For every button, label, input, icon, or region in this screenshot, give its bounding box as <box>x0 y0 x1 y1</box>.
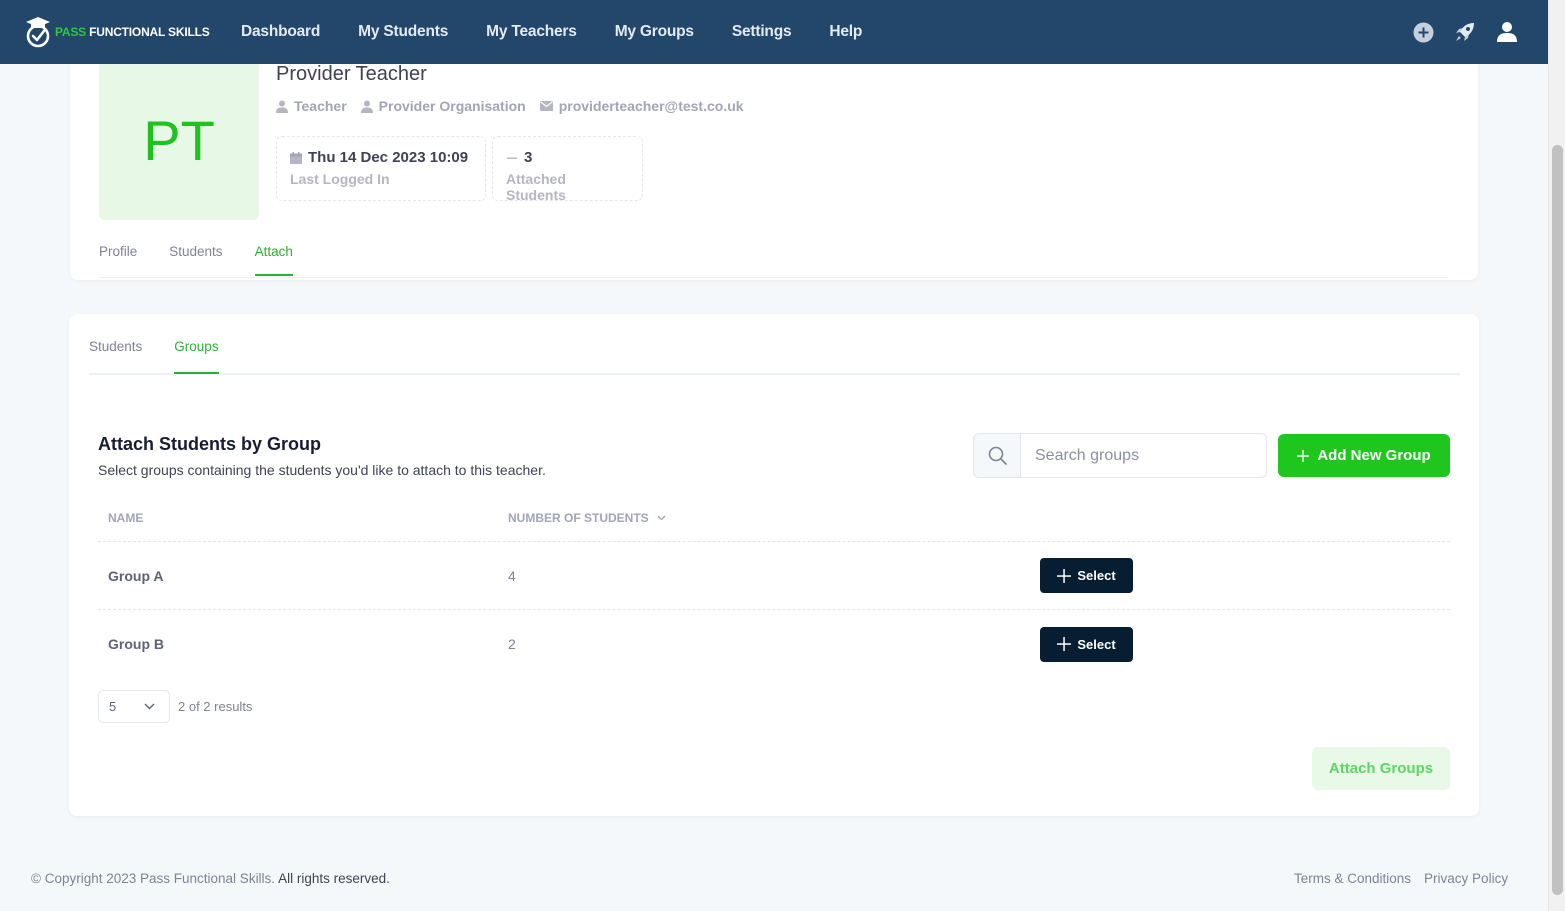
brand-logo[interactable]: PASS FUNCTIONAL SKILLS <box>25 16 210 48</box>
teacher-name: Provider Teacher <box>276 63 427 85</box>
stat-value: Thu 14 Dec 2023 10:09 <box>290 149 472 166</box>
tab-attach[interactable]: Attach <box>254 244 293 276</box>
main-nav: Dashboard My Students My Teachers My Gro… <box>222 0 881 64</box>
page-size-value: 5 <box>109 699 117 714</box>
results-count: 2 of 2 results <box>178 699 253 714</box>
attach-groups-button[interactable]: Attach Groups <box>1312 747 1450 790</box>
meta-organisation: Provider Organisation <box>360 98 526 114</box>
copyright-suffix: All rights reserved. <box>275 871 390 886</box>
footer-copyright: © Copyright 2023 Pass Functional Skills.… <box>31 871 390 886</box>
page-size-select[interactable]: 5 <box>98 690 170 723</box>
plus-circle-icon[interactable] <box>1412 21 1434 43</box>
page-scrollbar[interactable] <box>1548 0 1565 911</box>
nav-help[interactable]: Help <box>810 23 881 41</box>
envelope-icon <box>539 101 553 111</box>
section-title: Attach Students by Group <box>98 434 322 454</box>
person-icon <box>360 100 373 113</box>
tab-students[interactable]: Students <box>169 244 222 276</box>
terms-link[interactable]: Terms & Conditions <box>1294 871 1411 886</box>
search-groups-input[interactable] <box>1021 434 1266 477</box>
graduation-check-icon <box>26 17 50 48</box>
meta-role: Teacher <box>276 98 347 114</box>
user-icon[interactable] <box>1496 21 1518 43</box>
footer-links: Terms & Conditions Privacy Policy <box>1294 871 1508 886</box>
subtab-students[interactable]: Students <box>89 339 142 374</box>
select-group-button[interactable]: Select <box>1040 558 1133 593</box>
top-navbar: PASS FUNCTIONAL SKILLS Dashboard My Stud… <box>0 0 1548 64</box>
select-label: Select <box>1077 636 1116 652</box>
plus-icon <box>1057 637 1072 651</box>
group-name: Group B <box>108 636 164 652</box>
nav-my-teachers[interactable]: My Teachers <box>467 23 596 41</box>
attached-students-value: 3 <box>524 149 533 166</box>
row-actions: Select <box>1040 558 1450 593</box>
teacher-profile-card: PT Provider Teacher Teacher Provider Org… <box>70 30 1478 280</box>
header-number-of-students[interactable]: NUMBER OF STUDENTS <box>508 511 1040 525</box>
nav-dashboard[interactable]: Dashboard <box>222 23 339 41</box>
nav-my-groups[interactable]: My Groups <box>596 23 713 41</box>
rocket-icon[interactable] <box>1454 21 1476 43</box>
nav-icon-group <box>1412 0 1518 64</box>
table-header: NAME NUMBER OF STUDENTS <box>98 495 1450 542</box>
plus-icon <box>1057 568 1072 583</box>
meta-email[interactable]: providerteacher@test.co.uk <box>539 98 744 114</box>
section-description: Select groups containing the students yo… <box>98 462 546 478</box>
dash-icon <box>507 157 517 159</box>
group-student-count: 2 <box>508 636 516 652</box>
header-name[interactable]: NAME <box>98 511 508 525</box>
brand-name: PASS FUNCTIONAL SKILLS <box>55 25 210 39</box>
row-actions: Select <box>1040 626 1450 662</box>
tab-profile[interactable]: Profile <box>99 244 137 276</box>
group-name: Group A <box>108 567 164 584</box>
chevron-down-icon <box>144 703 155 710</box>
stat-value: 3 <box>506 149 629 166</box>
plus-icon <box>1297 449 1310 462</box>
table-row: Group A 4 Select <box>98 542 1450 610</box>
privacy-link[interactable]: Privacy Policy <box>1424 871 1508 886</box>
groups-table: NAME NUMBER OF STUDENTS Group A 4 Select… <box>98 495 1450 678</box>
attached-students-label: Attached Students <box>506 171 566 203</box>
profile-meta: Teacher Provider Organisation providerte… <box>276 98 744 114</box>
chevron-down-icon <box>657 515 666 521</box>
brand-rest: FUNCTIONAL SKILLS <box>89 25 210 39</box>
scrollbar-thumb[interactable] <box>1552 145 1563 895</box>
search-group <box>973 433 1267 478</box>
add-new-group-label: Add New Group <box>1317 447 1431 464</box>
calendar-icon <box>290 151 302 164</box>
nav-my-students[interactable]: My Students <box>339 23 467 41</box>
person-icon <box>276 100 288 113</box>
pagination: 5 2 of 2 results <box>98 690 252 723</box>
search-icon <box>974 434 1021 477</box>
subtabs-divider <box>89 373 1460 375</box>
nav-settings[interactable]: Settings <box>713 23 811 41</box>
stat-attached-students: 3 Attached Students <box>492 136 643 203</box>
avatar: PT <box>99 60 259 220</box>
tabs-divider <box>99 277 1449 278</box>
attach-subtabs: Students Groups <box>89 339 219 374</box>
last-logged-in-value: Thu 14 Dec 2023 10:09 <box>308 149 469 166</box>
table-row: Group B 2 Select <box>98 610 1450 678</box>
role-text: Teacher <box>294 98 347 114</box>
group-student-count: 4 <box>508 567 516 584</box>
subtab-groups[interactable]: Groups <box>174 339 219 374</box>
select-label: Select <box>1077 568 1116 583</box>
brand-accent: PASS <box>55 25 86 39</box>
profile-tabs: Profile Students Attach <box>99 244 293 276</box>
attach-card: Students Groups Attach Students by Group… <box>69 314 1479 816</box>
email-text: providerteacher@test.co.uk <box>558 98 744 114</box>
add-new-group-button[interactable]: Add New Group <box>1278 434 1450 477</box>
header-number-label: NUMBER OF STUDENTS <box>508 511 649 525</box>
stat-last-logged-in: Thu 14 Dec 2023 10:09 Last Logged In <box>276 136 486 201</box>
copyright-prefix: © Copyright 2023 Pass Functional Skills. <box>31 871 276 886</box>
organisation-text: Provider Organisation <box>378 98 526 114</box>
last-logged-in-label: Last Logged In <box>290 171 390 187</box>
select-group-button[interactable]: Select <box>1040 626 1133 662</box>
